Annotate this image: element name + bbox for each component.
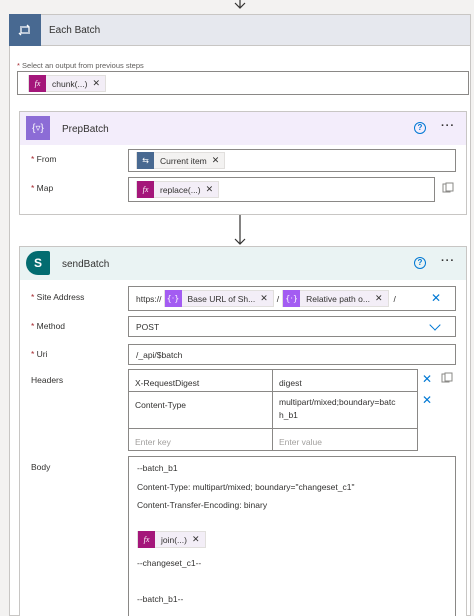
join-token[interactable]: fx join(...) ✕ <box>137 531 206 548</box>
clear-site-address-icon[interactable]: ✕ <box>431 292 441 304</box>
uri-label: * Uri <box>31 349 48 359</box>
map-field[interactable]: fx replace(...) ✕ <box>128 177 435 202</box>
site-separator-text: / <box>276 293 280 304</box>
top-connector-arrow <box>233 0 247 11</box>
from-field[interactable]: ⇆ Current item ✕ <box>128 149 456 172</box>
body-label: Body <box>31 462 51 472</box>
header-value-field[interactable]: multipart/mixed;boundary=batc h_b1 <box>272 391 418 429</box>
connector-arrow <box>233 215 247 248</box>
dynamic-content-icon: {·} <box>164 290 182 307</box>
method-select[interactable]: POST <box>128 316 456 337</box>
replace-token[interactable]: fx replace(...) ✕ <box>136 181 220 198</box>
more-options-icon[interactable]: ··· <box>441 120 455 132</box>
delete-header-icon[interactable]: ✕ <box>422 394 432 406</box>
site-address-field[interactable]: https:// {·} Base URL of Sh... ✕ / {·} R… <box>128 286 456 311</box>
remove-token-icon[interactable]: ✕ <box>91 78 105 89</box>
body-line: --batch_b1-- <box>137 594 184 604</box>
site-address-label: * Site Address <box>31 292 85 302</box>
body-line: --changeset_c1-- <box>137 558 202 568</box>
remove-token-icon[interactable]: ✕ <box>374 293 388 304</box>
more-options-icon[interactable]: ··· <box>441 255 455 267</box>
fx-icon: fx <box>137 181 154 198</box>
new-header-key-field[interactable]: Enter key <box>128 428 273 451</box>
body-line: Content-Type: multipart/mixed; boundary=… <box>137 482 355 492</box>
header-value-field[interactable]: digest <box>272 369 418 392</box>
remove-token-icon[interactable]: ✕ <box>191 534 205 545</box>
current-item-token[interactable]: ⇆ Current item ✕ <box>136 152 226 169</box>
method-label: * Method <box>31 321 66 331</box>
remove-token-icon[interactable]: ✕ <box>259 293 273 304</box>
help-icon[interactable]: ? <box>414 257 426 269</box>
header-key-field[interactable]: Content-Type <box>128 391 273 429</box>
relative-path-token[interactable]: {·} Relative path o... ✕ <box>282 290 389 307</box>
delete-header-icon[interactable]: ✕ <box>422 373 432 385</box>
fx-icon: fx <box>29 75 46 92</box>
prepbatch-title: PrepBatch <box>62 124 109 135</box>
map-label: * Map <box>31 183 54 193</box>
site-suffix-text: / <box>393 293 396 304</box>
loop-icon <box>9 14 41 46</box>
help-icon[interactable]: ? <box>414 122 426 134</box>
remove-token-icon[interactable]: ✕ <box>211 155 225 166</box>
sendbatch-title: sendBatch <box>62 259 110 270</box>
header-key-field[interactable]: X-RequestDigest <box>128 369 273 392</box>
switch-map-mode-icon[interactable] <box>442 182 454 196</box>
remove-token-icon[interactable]: ✕ <box>205 184 219 195</box>
body-line: --batch_b1 <box>137 463 178 473</box>
uri-field[interactable]: /_api/$batch <box>128 344 456 365</box>
site-prefix-text: https:// <box>136 293 162 304</box>
compose-icon: {▿} <box>26 116 50 140</box>
sharepoint-icon: S <box>26 251 50 275</box>
headers-label: Headers <box>31 375 64 385</box>
each-batch-title: Each Batch <box>49 25 101 36</box>
dynamic-content-icon: {·} <box>283 290 301 307</box>
new-header-value-field[interactable]: Enter value <box>272 428 418 451</box>
chunk-token[interactable]: fx chunk(...) ✕ <box>28 75 106 92</box>
select-output-label: * Select an output from previous steps <box>17 61 144 70</box>
loop-icon: ⇆ <box>137 152 154 169</box>
from-label: * From <box>31 154 57 164</box>
switch-headers-mode-icon[interactable] <box>441 372 453 386</box>
body-line: Content-Transfer-Encoding: binary <box>137 500 268 510</box>
prepbatch-header[interactable]: {▿} PrepBatch ? ··· <box>20 112 466 145</box>
base-url-token[interactable]: {·} Base URL of Sh... ✕ <box>163 290 274 307</box>
fx-icon: fx <box>138 531 155 548</box>
sendbatch-header[interactable]: S sendBatch ? ··· <box>20 247 466 280</box>
select-output-field[interactable]: fx chunk(...) ✕ <box>17 71 469 95</box>
